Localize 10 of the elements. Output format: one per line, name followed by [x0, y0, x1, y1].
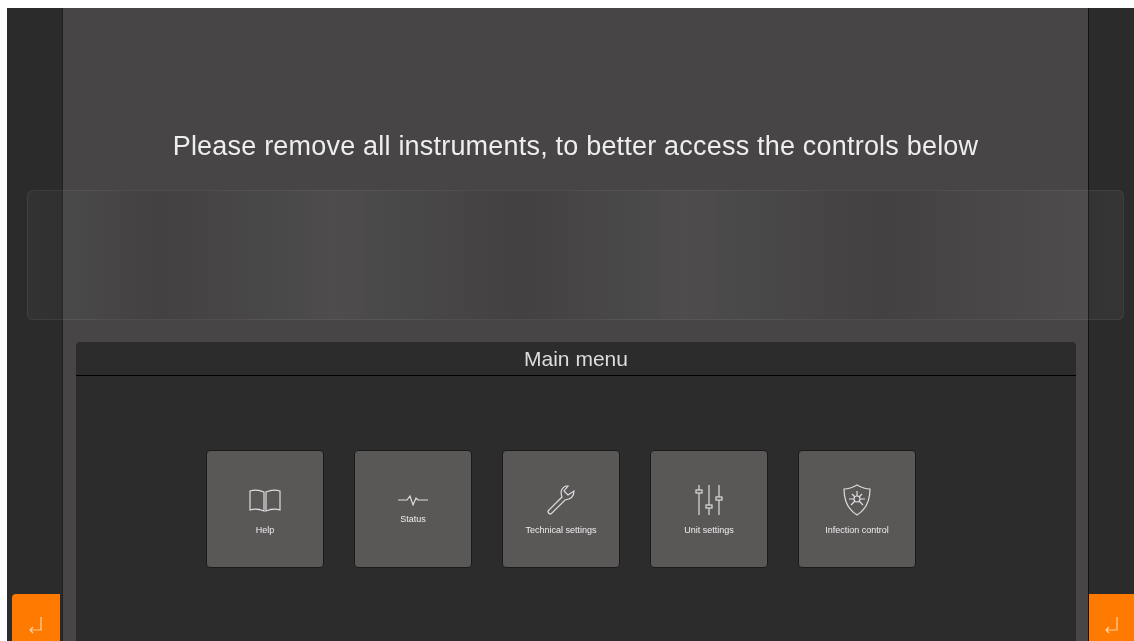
menu-tile[interactable]: Unit settings — [649, 450, 768, 568]
menu-title: Main menu — [75, 342, 1076, 376]
menu-tile[interactable]: Status — [353, 450, 472, 568]
menu-tile[interactable]: Infection control — [797, 450, 916, 568]
enter-button[interactable] — [1089, 594, 1134, 641]
instruction-message: Please remove all instruments, to better access the controls below — [171, 130, 980, 162]
menu-tile[interactable]: Technical settings — [501, 450, 620, 568]
pulse-icon — [395, 494, 430, 506]
enter-button[interactable] — [12, 594, 60, 641]
menu-tile[interactable]: Help — [205, 450, 324, 568]
